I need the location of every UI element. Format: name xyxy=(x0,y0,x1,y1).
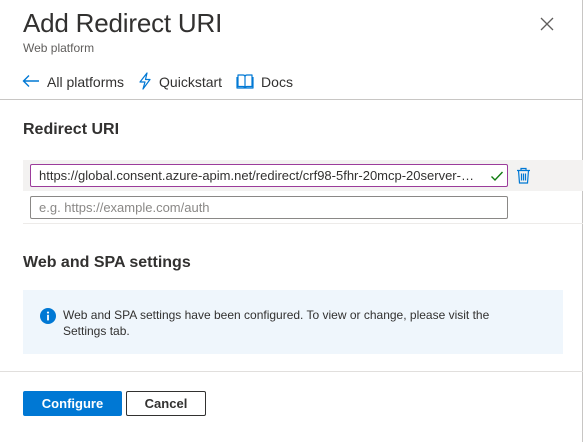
docs-button[interactable]: Docs xyxy=(236,73,293,92)
book-icon xyxy=(236,73,261,92)
all-platforms-label: All platforms xyxy=(47,74,125,90)
configure-button[interactable]: Configure xyxy=(23,391,122,416)
redirect-list-divider xyxy=(23,223,583,224)
trash-icon[interactable] xyxy=(516,167,531,184)
command-bar-divider xyxy=(0,99,583,100)
cancel-button[interactable]: Cancel xyxy=(126,391,206,416)
page-subtitle: Web platform xyxy=(23,41,95,55)
checkmark-icon xyxy=(490,169,504,183)
page-title: Add Redirect URI xyxy=(23,8,223,38)
close-icon[interactable] xyxy=(537,14,557,34)
new-redirect-uri-input[interactable] xyxy=(30,196,508,219)
lightning-icon xyxy=(138,71,159,93)
info-message-text: Web and SPA settings have been configure… xyxy=(63,308,490,338)
docs-label: Docs xyxy=(261,74,293,90)
redirect-uri-input[interactable] xyxy=(30,164,508,187)
all-platforms-button[interactable]: All platforms xyxy=(22,74,124,91)
add-redirect-uri-panel: Add Redirect URI Web platform All platfo… xyxy=(0,0,583,442)
quickstart-button[interactable]: Quickstart xyxy=(138,71,223,93)
web-spa-settings-heading: Web and SPA settings xyxy=(23,254,191,271)
arrow-left-icon xyxy=(22,74,47,91)
command-bar: All platforms Quickstart Docs xyxy=(22,70,307,94)
quickstart-label: Quickstart xyxy=(159,74,223,90)
info-icon xyxy=(40,308,56,324)
redirect-uri-heading: Redirect URI xyxy=(23,121,120,138)
footer-divider xyxy=(0,371,583,372)
